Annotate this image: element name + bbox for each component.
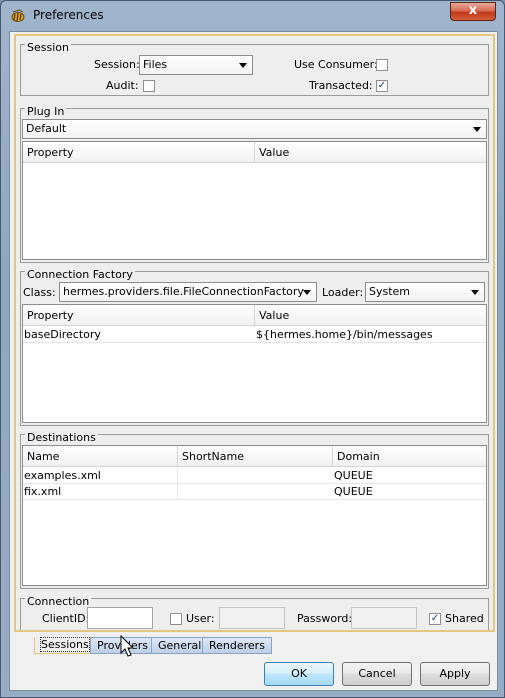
plugin-col-property[interactable]: Property [23, 142, 255, 163]
audit-checkbox[interactable] [143, 80, 155, 92]
shared-label: Shared [445, 612, 484, 625]
close-button[interactable]: x [450, 2, 496, 21]
use-consumer-checkbox[interactable] [376, 59, 388, 71]
tab-sessions-label: Sessions [40, 637, 90, 652]
dest-cell-name: examples.xml [23, 468, 178, 484]
transacted-checkbox[interactable]: ✓ [376, 80, 388, 92]
class-label: Class: [23, 286, 56, 299]
apply-button[interactable]: Apply [420, 662, 490, 686]
tab-renderers-label: Renderers [209, 639, 265, 652]
password-label: Password: [297, 612, 353, 625]
cf-col-value[interactable]: Value [255, 305, 488, 326]
sessions-tab-panel: Session Session: Files Use Consumer: Aud… [14, 34, 495, 632]
session-section: Session Session: Files Use Consumer: Aud… [20, 41, 489, 96]
destinations-section: Destinations Name ShortName Domain examp… [20, 431, 489, 589]
cf-col-property[interactable]: Property [23, 305, 255, 326]
connection-factory-legend: Connection Factory [25, 268, 135, 281]
destinations-legend: Destinations [25, 431, 98, 444]
tab-sessions[interactable]: Sessions [34, 637, 96, 654]
use-consumer-label: Use Consumer: [294, 58, 378, 71]
session-combo[interactable]: Files [139, 55, 253, 75]
dest-cell-shortname [178, 468, 333, 484]
loader-combo-value: System [369, 285, 411, 298]
plugin-combo-value: Default [26, 122, 67, 135]
cf-cell-property: baseDirectory [24, 328, 101, 341]
plugin-col-value[interactable]: Value [255, 142, 488, 163]
checkmark-icon: ✓ [430, 613, 440, 624]
plugin-legend: Plug In [25, 105, 67, 118]
session-combo-value: Files [143, 58, 168, 71]
password-input[interactable] [351, 607, 417, 629]
clientid-input[interactable] [87, 607, 153, 629]
dest-cell-domain: QUEUE [334, 469, 373, 482]
chevron-down-icon [471, 290, 479, 295]
checkmark-icon: ✓ [377, 80, 387, 91]
user-label: User: [186, 612, 215, 625]
tab-general-label: General [158, 639, 202, 652]
connection-section: Connection ClientID: User: Password: ✓ S… [20, 595, 489, 630]
hermes-bee-icon [11, 9, 25, 22]
plugin-properties-table[interactable]: Property Value [22, 141, 487, 260]
chevron-down-icon [473, 127, 481, 132]
user-checkbox[interactable] [170, 613, 182, 625]
plugin-table-header: Property Value [23, 142, 486, 163]
loader-label: Loader: [322, 286, 364, 299]
dialog-content: Session Session: Files Use Consumer: Aud… [9, 31, 498, 691]
dest-cell-name: fix.xml [23, 484, 178, 500]
table-row[interactable]: fix.xml QUEUE [23, 484, 486, 500]
user-input[interactable] [219, 607, 285, 629]
tab-general[interactable]: General [151, 637, 209, 654]
dest-cell-shortname [178, 484, 333, 500]
plugin-combo[interactable]: Default [22, 119, 487, 139]
close-icon: x [468, 3, 478, 18]
mouse-pointer-icon [120, 635, 135, 657]
plugin-section: Plug In Default Property Value [20, 105, 489, 263]
dest-cell-domain: QUEUE [334, 485, 373, 498]
chevron-down-icon [303, 290, 311, 295]
destinations-table[interactable]: Name ShortName Domain examples.xml QUEUE… [22, 445, 487, 586]
class-combo[interactable]: hermes.providers.file.FileConnectionFact… [59, 282, 317, 302]
destinations-table-header: Name ShortName Domain [23, 446, 486, 467]
class-combo-value: hermes.providers.file.FileConnectionFact… [63, 285, 304, 298]
preferences-window: Preferences x Session Session: Files Use… [0, 0, 505, 698]
transacted-label: Transacted: [309, 79, 373, 92]
ok-button[interactable]: OK [264, 662, 334, 686]
cf-table-header: Property Value [23, 305, 486, 326]
session-legend: Session [25, 41, 71, 54]
table-row[interactable]: baseDirectory ${hermes.home}/bin/message… [23, 327, 486, 343]
cancel-button[interactable]: Cancel [342, 662, 412, 686]
session-label: Session: [94, 58, 140, 71]
chevron-down-icon [239, 63, 247, 68]
title-bar[interactable]: Preferences x [1, 1, 504, 31]
dest-col-shortname[interactable]: ShortName [178, 446, 333, 467]
shared-checkbox[interactable]: ✓ [429, 613, 441, 625]
dest-col-name[interactable]: Name [23, 446, 178, 467]
tab-renderers[interactable]: Renderers [202, 637, 272, 654]
cf-cell-value: ${hermes.home}/bin/messages [256, 328, 433, 341]
table-row[interactable]: examples.xml QUEUE [23, 468, 486, 484]
connection-legend: Connection [25, 595, 92, 608]
window-title: Preferences [33, 8, 104, 22]
audit-label: Audit: [106, 79, 139, 92]
loader-combo[interactable]: System [365, 282, 485, 302]
clientid-label: ClientID: [42, 612, 90, 625]
connection-factory-table[interactable]: Property Value baseDirectory ${hermes.ho… [22, 304, 487, 423]
dest-col-domain[interactable]: Domain [333, 446, 488, 467]
connection-factory-section: Connection Factory Class: hermes.provide… [20, 268, 489, 426]
